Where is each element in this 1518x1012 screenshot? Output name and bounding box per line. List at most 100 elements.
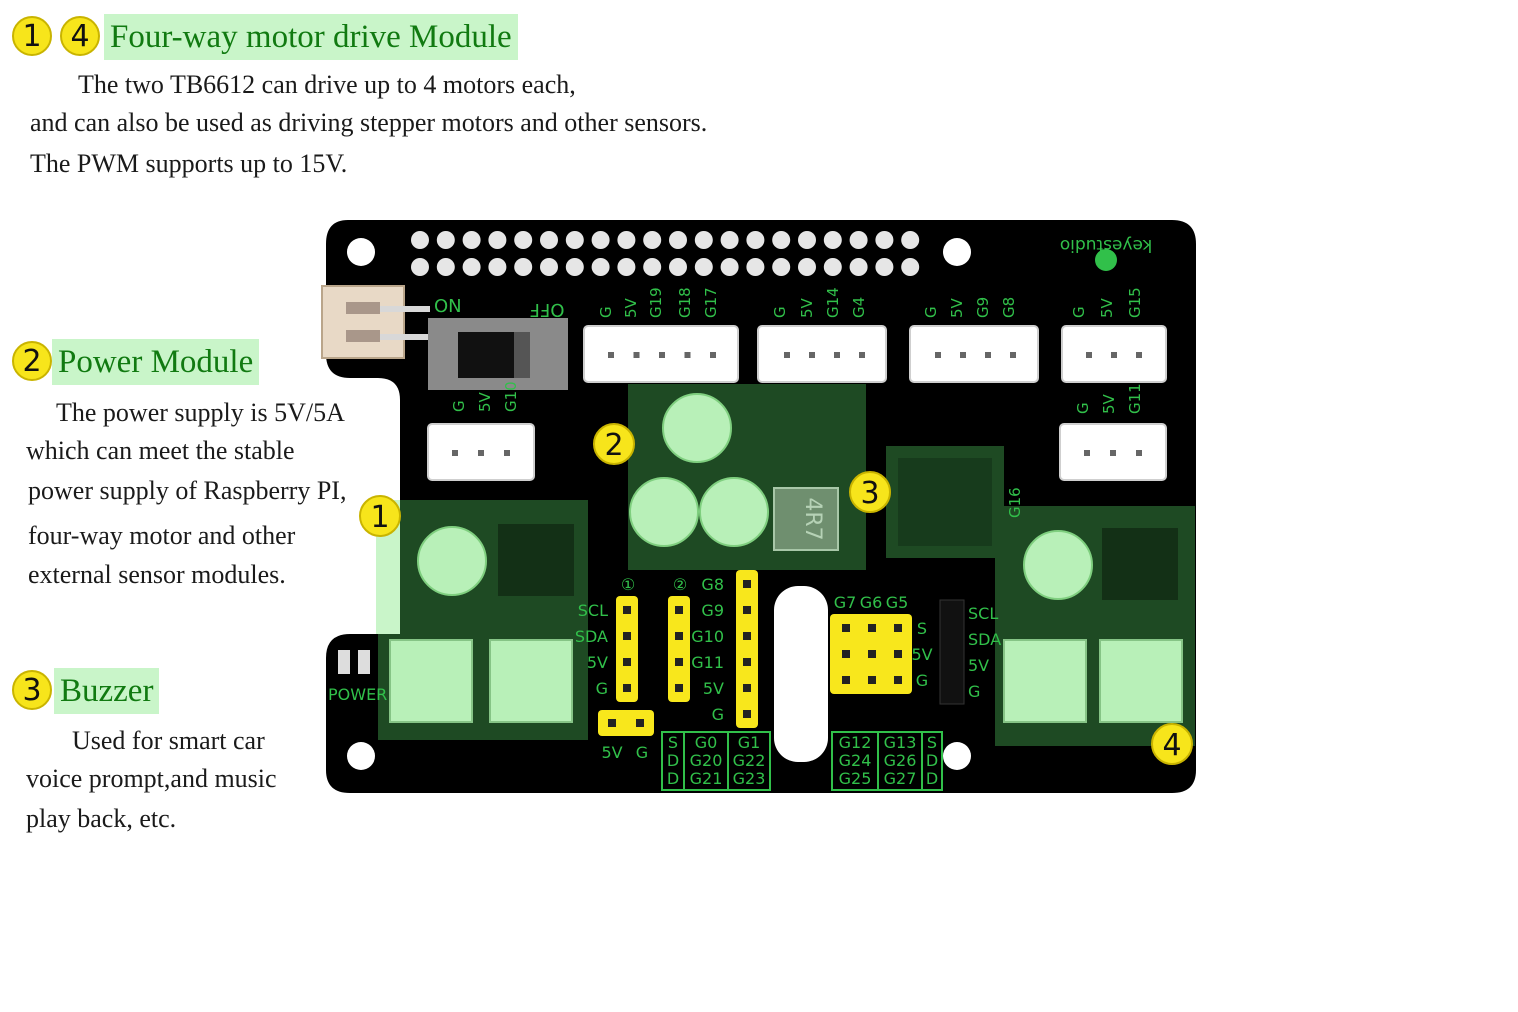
power-pin-label: 5V [601, 743, 622, 762]
gpio-pin [436, 231, 455, 249]
gpio-pin [643, 258, 662, 276]
gpio-pin [488, 258, 507, 276]
pin-table-left-cell: G20 [690, 751, 723, 770]
connector-pin [859, 352, 865, 358]
pin-table-right-cell: G26 [884, 751, 917, 770]
header-pin-label: 5V [948, 297, 966, 318]
board-marker-4-label: 4 [1162, 728, 1181, 763]
i2c-left-label: 5V [587, 653, 608, 672]
pin-table-left-cell: D [667, 769, 679, 788]
header-pin-label: G19 [647, 287, 665, 318]
pin-table-left-cell: S [668, 733, 678, 752]
connector-pin [985, 352, 991, 358]
connector-pin [659, 352, 665, 358]
servo-col-label: G6 [860, 593, 883, 612]
gpio-pin [875, 231, 894, 249]
connector-pin [1110, 450, 1116, 456]
header-pin [623, 606, 631, 614]
header-pin [842, 676, 850, 684]
motor-driver-board: keyestudioON OFFPOWER4R7G 5V G19 G18 G17 G 5V G1… [321, 220, 1196, 793]
header-pin-label: G8 [1000, 297, 1018, 318]
gpio-pin [875, 258, 894, 276]
mounting-hole [943, 238, 971, 266]
connector-pin [960, 352, 966, 358]
mounting-hole [347, 238, 375, 266]
motor-terminal [489, 639, 573, 723]
header-pin [623, 658, 631, 666]
connector-pin [478, 450, 484, 456]
gpio-pin [643, 231, 662, 249]
board-marker-3-label: 3 [860, 476, 879, 511]
servo-row-label: S [917, 619, 927, 638]
header-pin [894, 676, 902, 684]
gpio-pin [694, 258, 713, 276]
power-pin-label: G [636, 743, 648, 762]
header-pin [842, 624, 850, 632]
tb6612-chip [498, 524, 574, 596]
buzzer-body [898, 458, 992, 546]
header-pin-label: G15 [1126, 287, 1144, 318]
gpio-pin [669, 231, 687, 249]
servo-col-label: G5 [886, 593, 909, 612]
gpio-pin [488, 231, 507, 249]
connector-pin [1111, 352, 1117, 358]
header-pin-label: G [771, 306, 789, 318]
gpio-pin [772, 258, 791, 276]
header-pin-label: 5V [1098, 297, 1116, 318]
gpio-pin [901, 231, 920, 249]
switch-off-label: OFF [530, 299, 565, 320]
left-header-pin-label: G [450, 400, 468, 412]
i2c-right-label: SCL [968, 604, 998, 623]
board-marker-2-label: 2 [604, 428, 623, 463]
i2c-left-label: SDA [575, 627, 608, 646]
pin-table-right-cell: D [926, 751, 938, 770]
gpio-pin [720, 231, 739, 249]
gpio-pin [514, 231, 533, 249]
pin-table-left-cell: D [667, 751, 679, 770]
header-pin-label: 5V [622, 297, 640, 318]
header-pin [894, 650, 902, 658]
gpio-pin [823, 258, 842, 276]
connector-pin [1010, 352, 1016, 358]
connector-pin [784, 352, 790, 358]
header-pin [608, 719, 616, 727]
header-pin [675, 684, 683, 692]
gpio-pin [617, 258, 636, 276]
buzzer-pin-label: G16 [1006, 487, 1024, 518]
left-header-pin-label: 5V [476, 391, 494, 412]
connector-top-3 [909, 325, 1039, 383]
power-pins-header [598, 710, 654, 736]
cable-slot [774, 586, 828, 762]
gpio-pin [411, 231, 429, 249]
header-pin-label: 5V [798, 297, 816, 318]
pin-table-right-cell: G25 [839, 769, 872, 788]
connector-pin [710, 352, 716, 358]
gpio-pin [849, 258, 868, 276]
switch-on-label: ON [434, 296, 462, 317]
i2c-right-header [939, 599, 965, 705]
pin-table-right-cell: G12 [839, 733, 872, 752]
gpio-pin [798, 258, 816, 276]
header-pin-label: G [1070, 306, 1088, 318]
gpio-pin [746, 258, 765, 276]
connector-pin [809, 352, 815, 358]
gpio-pin [591, 258, 610, 276]
gpio-pin [462, 231, 481, 249]
header-pin [743, 580, 751, 588]
gpio-pin [514, 258, 533, 276]
gpio-pin [411, 258, 429, 276]
servo-row-label: 5V [911, 645, 932, 664]
connector-pin [1084, 450, 1090, 456]
gpio-pin [772, 231, 791, 249]
pin-table-left-cell: G22 [733, 751, 766, 770]
header-pin [675, 606, 683, 614]
pin-table-left-cell: G23 [733, 769, 766, 788]
connector-pin [1136, 450, 1142, 456]
pin-table-right-cell: G13 [884, 733, 917, 752]
pin-table-right-cell: S [927, 733, 937, 752]
i2c-left-label: SCL [578, 601, 608, 620]
connector-pin [452, 450, 458, 456]
right-header-pin-label: G [1074, 402, 1092, 414]
header-pin [743, 684, 751, 692]
gpio-label: G11 [691, 653, 724, 672]
